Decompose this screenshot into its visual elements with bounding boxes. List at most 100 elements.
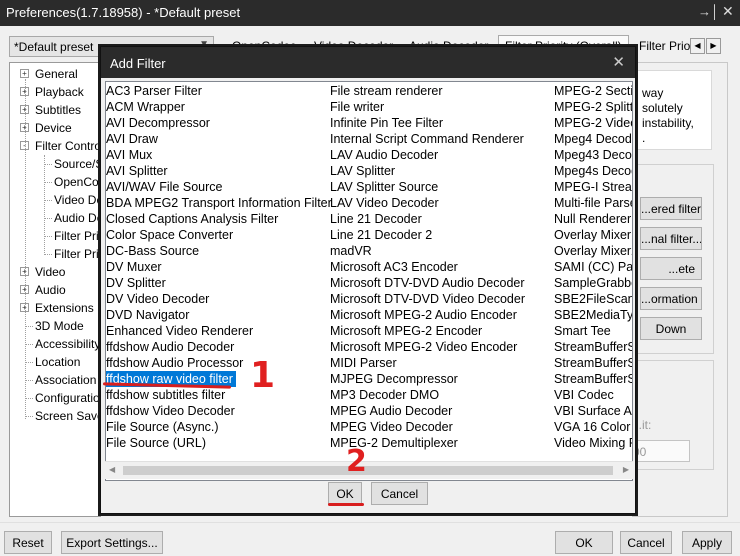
filter-item[interactable]: Overlay Mixer — [554, 227, 631, 243]
info-text: solutely — [642, 101, 683, 115]
filter-item[interactable]: LAV Splitter Source — [330, 179, 438, 195]
filter-item[interactable]: DVD Navigator — [106, 307, 189, 323]
filter-item[interactable]: Closed Captions Analysis Filter — [106, 211, 278, 227]
filter-item[interactable]: Line 21 Decoder — [330, 211, 422, 227]
filter-item[interactable]: Enhanced Video Renderer — [106, 323, 253, 339]
tree-item-label: Screen Saver — [35, 409, 101, 423]
filter-item[interactable]: VBI Codec — [554, 387, 614, 403]
close-icon[interactable]: ✕ — [722, 3, 734, 20]
filter-item[interactable]: ffdshow Audio Decoder — [106, 339, 234, 355]
dialog-cancel-button[interactable]: Cancel — [371, 482, 428, 505]
information-button[interactable]: ...ormation — [640, 287, 702, 310]
horizontal-scrollbar[interactable]: ◀ ▶ — [105, 461, 633, 479]
filter-item[interactable]: DV Muxer — [106, 259, 162, 275]
filter-item[interactable]: File writer — [330, 99, 384, 115]
filter-item[interactable]: SBE2FileScan — [554, 291, 632, 307]
filter-item[interactable]: MPEG-2 Video Stream Analyzer — [554, 115, 632, 131]
filter-item[interactable]: Microsoft MPEG-2 Video Encoder — [330, 339, 517, 355]
filter-item[interactable]: Microsoft MPEG-2 Audio Encoder — [330, 307, 517, 323]
filter-item[interactable]: madVR — [330, 243, 372, 259]
dialog-ok-button[interactable]: OK — [328, 482, 362, 505]
cancel-button[interactable]: Cancel — [620, 531, 672, 554]
filter-item[interactable]: MP3 Decoder DMO — [330, 387, 439, 403]
reset-button[interactable]: Reset — [4, 531, 52, 554]
filter-item[interactable]: LAV Splitter — [330, 163, 395, 179]
filter-item[interactable]: DV Splitter — [106, 275, 166, 291]
filter-item[interactable]: LAV Video Decoder — [330, 195, 439, 211]
ok-button[interactable]: OK — [555, 531, 613, 554]
number-field[interactable]: 00 — [632, 440, 690, 462]
filter-item[interactable]: Mpeg43 Decoder DMO — [554, 147, 632, 163]
tab-scroll-left-icon[interactable]: ◀ — [690, 38, 705, 54]
filter-item[interactable]: MPEG-2 Splitter — [554, 99, 632, 115]
filter-item[interactable]: BDA MPEG2 Transport Information Filter — [106, 195, 332, 211]
apply-label: Apply — [691, 536, 723, 550]
filter-item[interactable]: DC-Bass Source — [106, 243, 199, 259]
filter-item[interactable]: AVI Splitter — [106, 163, 168, 179]
filter-item[interactable]: ffdshow Video Decoder — [106, 403, 235, 419]
filter-item[interactable]: MIDI Parser — [330, 355, 397, 371]
filter-item[interactable]: Color Space Converter — [106, 227, 233, 243]
filter-item[interactable]: File stream renderer — [330, 83, 443, 99]
tree-item-label: Source/Splitter — [54, 157, 100, 171]
add-external-filter-button[interactable]: ...nal filter... — [640, 227, 702, 250]
close-icon[interactable]: ✕ — [612, 53, 625, 71]
filter-item[interactable]: Video Mixing Renderer 9 — [554, 435, 632, 451]
add-registered-filter-button[interactable]: ...ered filter... — [640, 197, 702, 220]
filter-item[interactable]: AVI Draw — [106, 131, 158, 147]
filter-item[interactable]: MPEG Audio Decoder — [330, 403, 452, 419]
tree-connector — [25, 398, 33, 399]
filter-item[interactable]: Microsoft MPEG-2 Encoder — [330, 323, 482, 339]
filter-item[interactable]: MPEG-I Stream Splitter — [554, 179, 632, 195]
filter-item[interactable]: VBI Surface Allocator — [554, 403, 632, 419]
filter-item[interactable]: SampleGrabber — [554, 275, 632, 291]
filter-item[interactable]: StreamBufferSink2 — [554, 355, 632, 371]
pin-icon[interactable]: →│ — [698, 4, 719, 19]
scroll-thumb[interactable] — [123, 466, 613, 475]
filter-item[interactable]: SAMI (CC) Parser — [554, 259, 632, 275]
filter-item[interactable]: Smart Tee — [554, 323, 611, 339]
filter-item[interactable]: AVI Decompressor — [106, 115, 210, 131]
filter-item[interactable]: MJPEG Decompressor — [330, 371, 458, 387]
ok-label: OK — [575, 536, 593, 550]
filter-item[interactable]: AVI Mux — [106, 147, 152, 163]
filter-item[interactable]: Overlay Mixer2 — [554, 243, 632, 259]
tab-filter-priority[interactable]: Filter Prio — [639, 36, 690, 56]
scroll-right-icon[interactable]: ▶ — [623, 465, 629, 474]
filter-item[interactable]: Infinite Pin Tee Filter — [330, 115, 443, 131]
filter-item[interactable]: Internal Script Command Renderer — [330, 131, 524, 147]
filter-item[interactable]: ffdshow Audio Processor — [106, 355, 243, 371]
filter-item[interactable]: Microsoft DTV-DVD Video Decoder — [330, 291, 525, 307]
filter-item[interactable]: Microsoft DTV-DVD Audio Decoder — [330, 275, 525, 291]
filter-item[interactable]: DV Video Decoder — [106, 291, 209, 307]
delete-button[interactable]: ...ete — [640, 257, 702, 280]
filter-item[interactable]: AC3 Parser Filter — [106, 83, 202, 99]
filter-item[interactable]: AVI/WAV File Source — [106, 179, 222, 195]
filter-item[interactable]: Line 21 Decoder 2 — [330, 227, 432, 243]
filter-item[interactable]: SBE2MediaTypeProfile — [554, 307, 632, 323]
scroll-left-icon[interactable]: ◀ — [109, 465, 115, 474]
filter-item[interactable]: MPEG-2 Sections and Tables — [554, 83, 632, 99]
filter-item[interactable]: StreamBufferSource — [554, 371, 632, 387]
move-down-button[interactable]: Down — [640, 317, 702, 340]
apply-button[interactable]: Apply — [682, 531, 732, 554]
export-settings-button[interactable]: Export Settings... — [61, 531, 163, 554]
filter-item[interactable]: ffdshow subtitles filter — [106, 387, 225, 403]
filter-item[interactable]: Mpeg4 Decoder DMO — [554, 131, 632, 147]
expand-icon[interactable]: + — [20, 69, 29, 78]
dialog-titlebar: Add Filter ✕ — [101, 47, 635, 78]
tree-connector — [25, 416, 33, 417]
filter-item[interactable]: File Source (Async.) — [106, 419, 219, 435]
filter-list[interactable]: AC3 Parser Filter ACM Wrapper AVI Decompre… — [105, 81, 633, 481]
tab-scroll-right-icon[interactable]: ▶ — [706, 38, 721, 54]
filter-item[interactable]: ACM Wrapper — [106, 99, 185, 115]
filter-item[interactable]: LAV Audio Decoder — [330, 147, 438, 163]
filter-item[interactable]: Mpeg4s Decoder DMO — [554, 163, 632, 179]
filter-item[interactable]: MPEG Video Decoder — [330, 419, 453, 435]
filter-item[interactable]: File Source (URL) — [106, 435, 206, 451]
filter-item[interactable]: StreamBufferSink — [554, 339, 632, 355]
filter-item[interactable]: VGA 16 Color Ditherer — [554, 419, 632, 435]
filter-item[interactable]: Null Renderer — [554, 211, 631, 227]
filter-item[interactable]: Microsoft AC3 Encoder — [330, 259, 458, 275]
filter-item[interactable]: Multi-file Parser — [554, 195, 632, 211]
